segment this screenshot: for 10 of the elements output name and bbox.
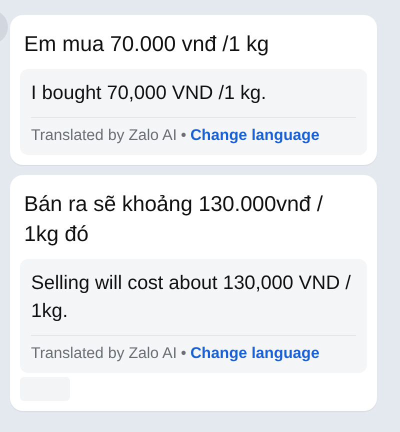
change-language-link[interactable]: Change language xyxy=(190,345,320,363)
translation-text: I bought 70,000 VND /1 kg. xyxy=(31,79,356,118)
separator-dot: • xyxy=(180,345,186,363)
separator-dot: • xyxy=(180,127,186,145)
message-text: Bán ra sẽ khoảng 130.000vnđ / 1kg đó xyxy=(23,191,324,248)
translation-credit: Translated by Zalo AI xyxy=(31,127,177,145)
translation-text: Selling will cost about 130,000 VND / 1kg. xyxy=(31,269,356,336)
message-text: Em mua 70.000 vnđ /1 kg xyxy=(23,31,270,58)
change-language-link[interactable]: Change language xyxy=(190,127,320,145)
translation-credit: Translated by Zalo AI xyxy=(31,345,177,363)
